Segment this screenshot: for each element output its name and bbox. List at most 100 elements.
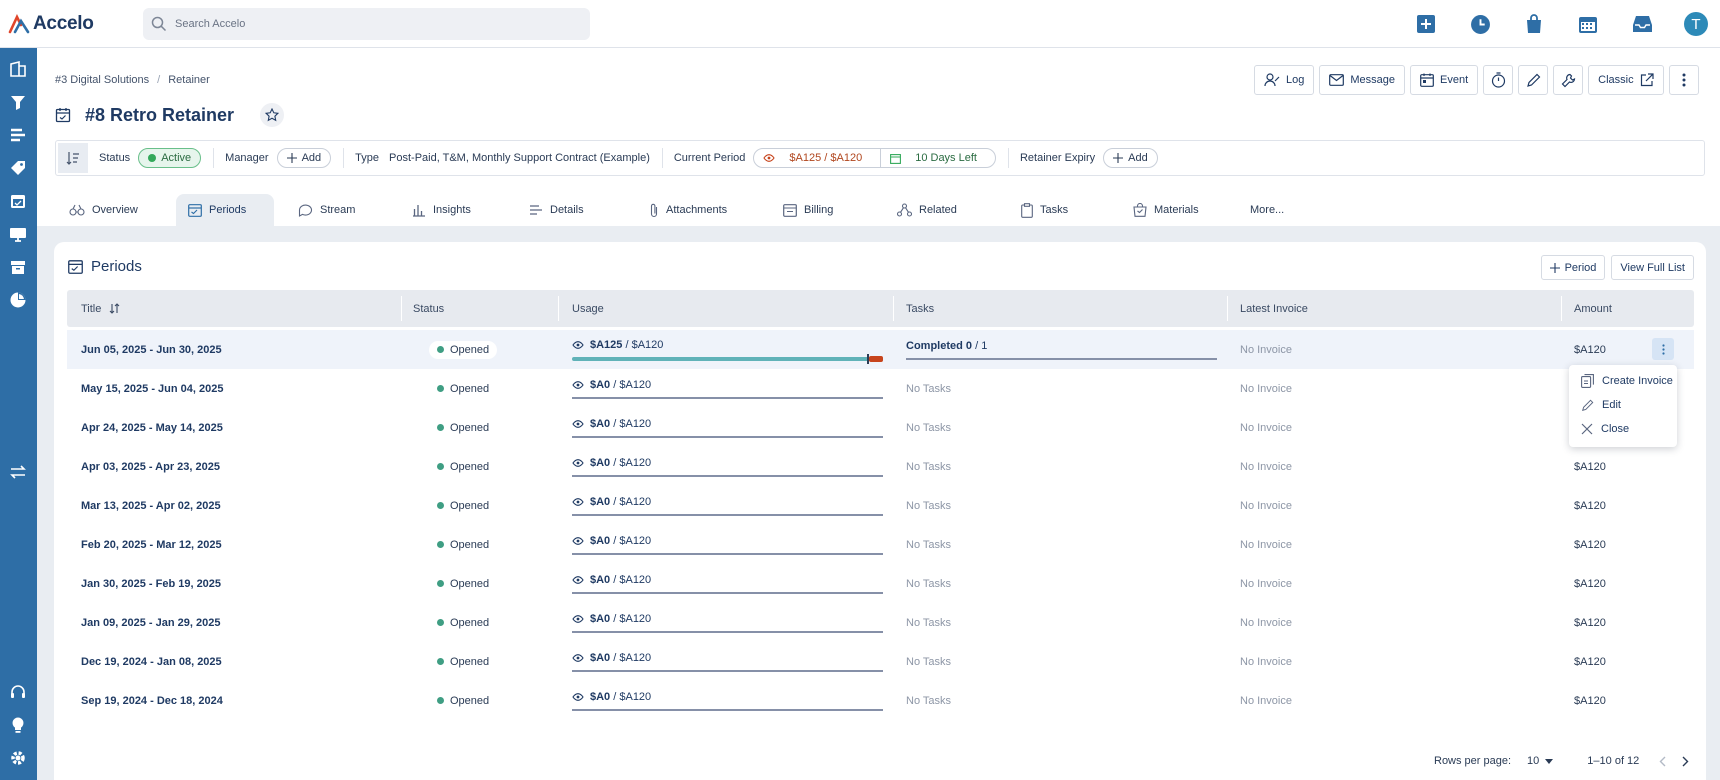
- add-manager-button[interactable]: Add: [276, 148, 332, 168]
- rows-per-page-select[interactable]: 10: [1527, 755, 1554, 767]
- usage-progress-bar: [572, 630, 883, 633]
- period-title[interactable]: Jan 30, 2025 - Feb 19, 2025: [81, 564, 221, 603]
- breadcrumb-retainer[interactable]: Retainer: [168, 74, 210, 86]
- tab-tasks[interactable]: Tasks: [1009, 194, 1121, 226]
- usage-used: $A0: [590, 378, 611, 391]
- table-row[interactable]: Dec 19, 2024 - Jan 08, 2025 Opened $A0 /…: [67, 642, 1694, 681]
- tab-details[interactable]: Details: [515, 194, 633, 226]
- app-logo[interactable]: Accelo: [8, 13, 94, 35]
- period-status: Opened: [429, 525, 497, 564]
- table-row[interactable]: Feb 20, 2025 - Mar 12, 2025 Opened $A0 /…: [67, 525, 1694, 564]
- event-button[interactable]: Event: [1410, 65, 1479, 95]
- chat-bubble-icon: [298, 204, 312, 217]
- column-header-tasks[interactable]: Tasks: [906, 303, 934, 315]
- tab-attachments[interactable]: Attachments: [633, 194, 773, 226]
- timer-button[interactable]: [1483, 65, 1514, 95]
- row-menu-button[interactable]: [1652, 338, 1674, 360]
- period-title[interactable]: Apr 03, 2025 - Apr 23, 2025: [81, 447, 220, 486]
- period-title[interactable]: Sep 19, 2024 - Dec 18, 2024: [81, 681, 223, 720]
- usage-budget: $A120: [631, 338, 664, 351]
- bag-icon[interactable]: [1523, 13, 1545, 35]
- column-header-title[interactable]: Title: [81, 303, 120, 315]
- reports-pie-icon[interactable]: [9, 291, 27, 309]
- message-button[interactable]: Message: [1319, 65, 1405, 95]
- vertical-dots-icon: [1682, 73, 1686, 87]
- table-row[interactable]: Mar 13, 2025 - Apr 02, 2025 Opened $A0 /…: [67, 486, 1694, 525]
- projects-gantt-icon[interactable]: [9, 126, 27, 144]
- add-expiry-button[interactable]: Add: [1103, 148, 1158, 168]
- tab-stream[interactable]: Stream: [274, 194, 392, 226]
- search-bar[interactable]: [143, 8, 590, 40]
- collapse-sidebar-arrows-icon[interactable]: [9, 463, 27, 481]
- tab-billing[interactable]: Billing: [773, 194, 887, 226]
- assets-monitor-icon[interactable]: [9, 225, 27, 243]
- breadcrumb-company[interactable]: #3 Digital Solutions: [55, 74, 149, 86]
- inbox-icon[interactable]: [1631, 13, 1653, 35]
- search-input[interactable]: [175, 18, 555, 30]
- column-header-usage[interactable]: Usage: [572, 303, 604, 315]
- period-title[interactable]: Mar 13, 2025 - Apr 02, 2025: [81, 486, 221, 525]
- current-period-badge[interactable]: $A125 / $A120 10 Days Left: [753, 148, 996, 168]
- retainers-calendar-icon[interactable]: [9, 192, 27, 210]
- table-row[interactable]: Jan 30, 2025 - Feb 19, 2025 Opened $A0 /…: [67, 564, 1694, 603]
- period-title[interactable]: Dec 19, 2024 - Jan 08, 2025: [81, 642, 222, 681]
- more-actions-button[interactable]: [1668, 65, 1699, 95]
- quick-add-icon[interactable]: [1415, 13, 1437, 35]
- chevron-right-icon[interactable]: [1682, 756, 1689, 767]
- edit-button[interactable]: [1518, 65, 1549, 95]
- period-usage: $A0 / $A120: [572, 564, 884, 603]
- menu-item-create-invoice[interactable]: Create Invoice: [1569, 369, 1677, 393]
- menu-item-edit[interactable]: Edit: [1569, 393, 1677, 417]
- chevron-left-icon[interactable]: [1659, 756, 1666, 767]
- period-usage: $A0 / $A120: [572, 525, 884, 564]
- archive-box-icon[interactable]: [9, 258, 27, 276]
- support-headset-icon[interactable]: [9, 683, 27, 701]
- table-row[interactable]: Jun 05, 2025 - Jun 30, 2025 Opened $A125…: [67, 330, 1694, 369]
- page-header: #3 Digital Solutions / Retainer #8 Retro…: [37, 48, 1720, 226]
- view-full-list-button[interactable]: View Full List: [1611, 255, 1694, 280]
- column-header-status[interactable]: Status: [413, 303, 444, 315]
- menu-item-close[interactable]: Close: [1569, 417, 1677, 441]
- status-dot: [437, 346, 444, 353]
- tab-materials[interactable]: Materials: [1121, 194, 1238, 226]
- period-tasks: No Tasks: [906, 499, 952, 512]
- tickets-tag-icon[interactable]: [9, 159, 27, 177]
- tab-periods[interactable]: Periods: [176, 194, 274, 226]
- period-title[interactable]: Jun 05, 2025 - Jun 30, 2025: [81, 330, 222, 369]
- collapse-info-toggle[interactable]: [58, 143, 88, 173]
- tab-more[interactable]: More...: [1238, 194, 1318, 226]
- tab-overview[interactable]: Overview: [57, 194, 176, 226]
- settings-gear-icon[interactable]: [9, 749, 27, 767]
- wrench-icon: [1561, 73, 1575, 87]
- tools-button[interactable]: [1553, 65, 1584, 95]
- sales-funnel-icon[interactable]: [9, 93, 27, 111]
- table-row[interactable]: Jan 09, 2025 - Jan 29, 2025 Opened $A0 /…: [67, 603, 1694, 642]
- period-title[interactable]: Feb 20, 2025 - Mar 12, 2025: [81, 525, 222, 564]
- timer-clock-icon[interactable]: [1469, 13, 1491, 35]
- table-row[interactable]: Apr 24, 2025 - May 14, 2025 Opened $A0 /…: [67, 408, 1694, 447]
- log-button[interactable]: Log: [1254, 65, 1315, 95]
- status-badge[interactable]: Active: [138, 148, 202, 168]
- column-header-latest-invoice[interactable]: Latest Invoice: [1240, 303, 1308, 315]
- ideas-lightbulb-icon[interactable]: [9, 716, 27, 734]
- period-title[interactable]: May 15, 2025 - Jun 04, 2025: [81, 369, 223, 408]
- classic-view-button[interactable]: Classic: [1588, 65, 1664, 95]
- favorite-star-button[interactable]: [260, 103, 285, 127]
- period-title[interactable]: Apr 24, 2025 - May 14, 2025: [81, 408, 223, 447]
- usage-progress-bar: [572, 591, 883, 594]
- user-avatar[interactable]: T: [1684, 12, 1708, 36]
- usage-used: $A0: [590, 495, 611, 508]
- status-dot: [437, 424, 444, 431]
- period-amount: $A120: [1574, 616, 1606, 629]
- table-row[interactable]: Apr 03, 2025 - Apr 23, 2025 Opened $A0 /…: [67, 447, 1694, 486]
- tab-related[interactable]: Related: [887, 194, 1009, 226]
- column-header-amount[interactable]: Amount: [1574, 303, 1612, 315]
- companies-building-icon[interactable]: [9, 60, 27, 78]
- table-row[interactable]: Sep 19, 2024 - Dec 18, 2024 Opened $A0 /…: [67, 681, 1694, 720]
- add-period-button[interactable]: Period: [1540, 255, 1606, 280]
- tab-insights[interactable]: Insights: [392, 194, 515, 226]
- period-title[interactable]: Jan 09, 2025 - Jan 29, 2025: [81, 603, 220, 642]
- classic-button-label: Classic: [1598, 74, 1634, 86]
- calendar-icon[interactable]: [1577, 13, 1599, 35]
- table-row[interactable]: May 15, 2025 - Jun 04, 2025 Opened $A0 /…: [67, 369, 1694, 408]
